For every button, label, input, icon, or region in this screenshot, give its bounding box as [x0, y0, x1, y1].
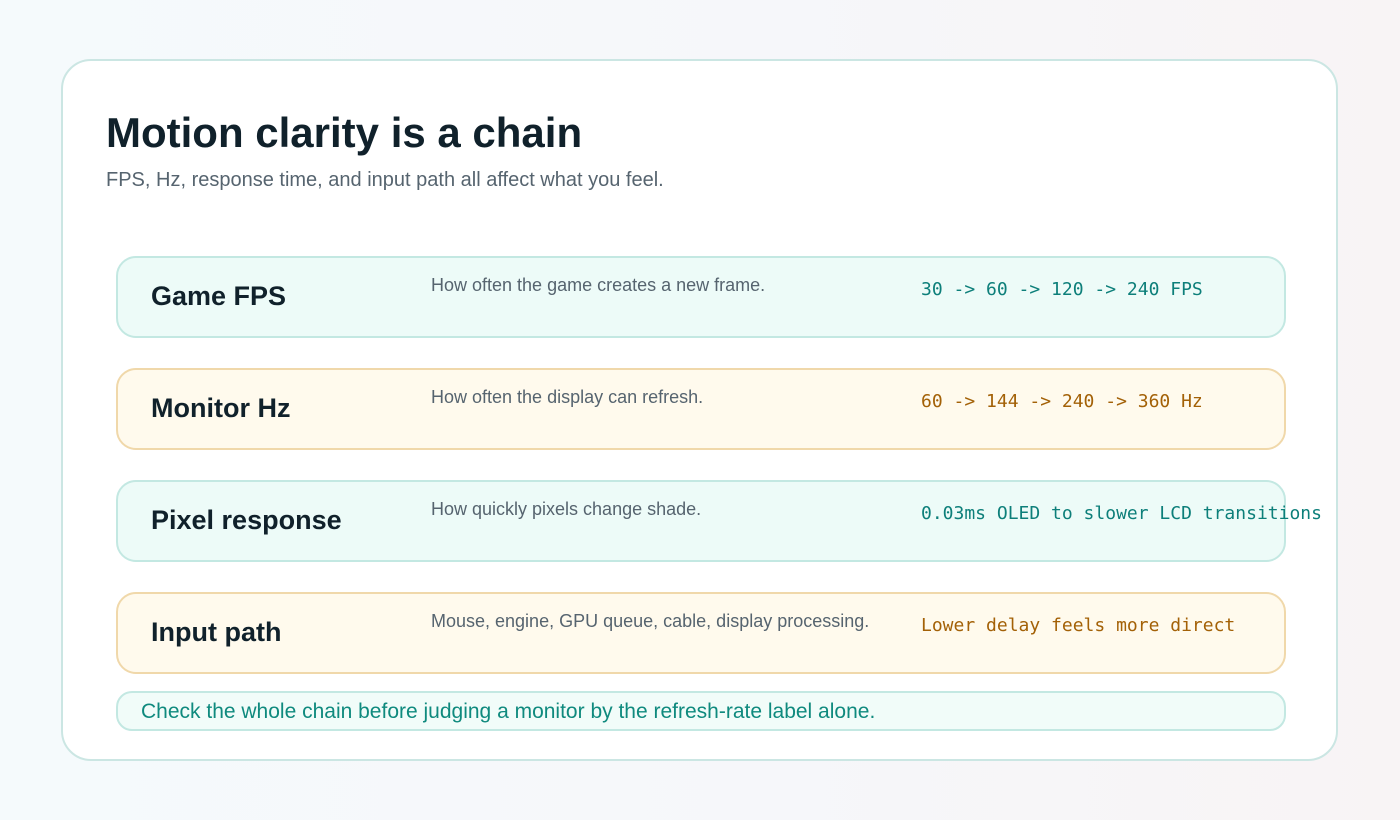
row-value: 60 -> 144 -> 240 -> 360 Hz [921, 391, 1203, 412]
row-name: Input path [151, 617, 282, 647]
motion-clarity-card: Motion clarity is a chain FPS, Hz, respo… [61, 59, 1338, 761]
row-description: How often the display can refresh. [431, 387, 704, 407]
row-value: Lower delay feels more direct [921, 615, 1236, 636]
page-subtitle: FPS, Hz, response time, and input path a… [106, 169, 664, 191]
row-name: Pixel response [151, 505, 342, 535]
chain-row-pixel-response: Pixel response How quickly pixels change… [116, 480, 1322, 562]
row-value: 30 -> 60 -> 120 -> 240 FPS [921, 279, 1203, 300]
chain-row-game-fps: Game FPS How often the game creates a ne… [116, 256, 1286, 338]
chain-row-monitor-hz: Monitor Hz How often the display can ref… [116, 368, 1286, 450]
footer-note: Check the whole chain before judging a m… [116, 691, 1286, 731]
chain-row-input-path: Input path Mouse, engine, GPU queue, cab… [116, 592, 1286, 674]
row-value: 0.03ms OLED to slower LCD transitions [921, 503, 1322, 524]
row-description: How often the game creates a new frame. [431, 275, 766, 295]
footer-note-text: Check the whole chain before judging a m… [141, 700, 876, 723]
row-name: Monitor Hz [151, 393, 291, 423]
row-description: How quickly pixels change shade. [431, 499, 702, 519]
row-name: Game FPS [151, 281, 287, 311]
row-description: Mouse, engine, GPU queue, cable, display… [431, 611, 870, 631]
page-title: Motion clarity is a chain [106, 109, 583, 156]
